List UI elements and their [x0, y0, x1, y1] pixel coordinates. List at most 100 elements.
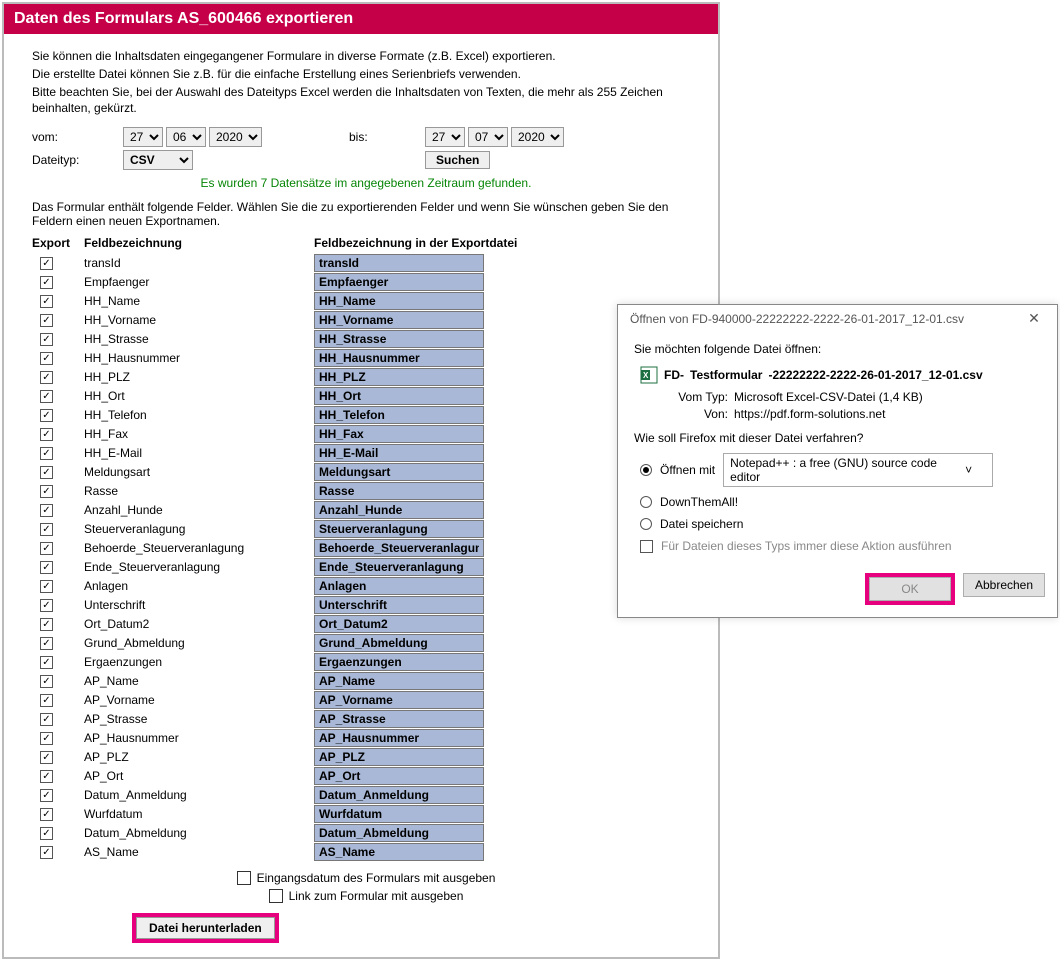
bis-year-select[interactable]: 2020 — [511, 127, 564, 147]
export-checkbox[interactable]: ✓ — [40, 827, 53, 840]
vom-year-select[interactable]: 2020 — [209, 127, 262, 147]
export-checkbox[interactable]: ✓ — [40, 466, 53, 479]
dialog-titlebar: Öffnen von FD-940000-22222222-2222-26-01… — [618, 305, 1057, 332]
result-message: Es wurden 7 Datensätze im angegebenen Ze… — [32, 176, 700, 190]
export-checkbox[interactable]: ✓ — [40, 732, 53, 745]
export-name-input[interactable] — [314, 406, 484, 424]
export-name-input[interactable] — [314, 425, 484, 443]
dateityp-select[interactable]: CSV — [123, 150, 193, 170]
close-icon[interactable]: ✕ — [1019, 310, 1049, 327]
link-checkbox[interactable] — [269, 889, 283, 903]
always-checkbox[interactable] — [640, 540, 653, 553]
export-name-input[interactable] — [314, 482, 484, 500]
field-label: Ort_Datum2 — [84, 617, 314, 631]
table-row: ✓Anzahl_Hunde — [32, 500, 700, 519]
export-name-input[interactable] — [314, 805, 484, 823]
export-checkbox[interactable]: ✓ — [40, 751, 53, 764]
export-checkbox[interactable]: ✓ — [40, 808, 53, 821]
export-name-input[interactable] — [314, 577, 484, 595]
export-name-input[interactable] — [314, 349, 484, 367]
export-name-input[interactable] — [314, 691, 484, 709]
export-checkbox[interactable]: ✓ — [40, 713, 53, 726]
export-checkbox[interactable]: ✓ — [40, 485, 53, 498]
export-name-input[interactable] — [314, 330, 484, 348]
ok-highlight: OK — [865, 573, 955, 605]
export-name-input[interactable] — [314, 292, 484, 310]
export-name-input[interactable] — [314, 311, 484, 329]
bis-day-select[interactable]: 27 — [425, 127, 465, 147]
export-name-input[interactable] — [314, 368, 484, 386]
field-label: Datum_Anmeldung — [84, 788, 314, 802]
export-name-input[interactable] — [314, 501, 484, 519]
export-name-input[interactable] — [314, 520, 484, 538]
export-checkbox[interactable]: ✓ — [40, 542, 53, 555]
export-name-input[interactable] — [314, 843, 484, 861]
export-checkbox[interactable]: ✓ — [40, 846, 53, 859]
export-checkbox[interactable]: ✓ — [40, 770, 53, 783]
vom-month-select[interactable]: 06 — [166, 127, 206, 147]
export-checkbox[interactable]: ✓ — [40, 656, 53, 669]
app-select[interactable]: Notepad++ : a free (GNU) source code edi… — [723, 453, 993, 487]
export-name-input[interactable] — [314, 710, 484, 728]
export-checkbox[interactable]: ✓ — [40, 352, 53, 365]
export-checkbox[interactable]: ✓ — [40, 257, 53, 270]
table-row: ✓ Datum_Anmeldung — [32, 785, 700, 804]
export-name-input[interactable] — [314, 615, 484, 633]
export-name-input[interactable] — [314, 596, 484, 614]
export-checkbox[interactable]: ✓ — [40, 675, 53, 688]
export-name-input[interactable] — [314, 273, 484, 291]
export-checkbox[interactable]: ✓ — [40, 637, 53, 650]
export-checkbox[interactable]: ✓ — [40, 599, 53, 612]
vom-day-select[interactable]: 27 — [123, 127, 163, 147]
export-name-input[interactable] — [314, 672, 484, 690]
export-checkbox[interactable]: ✓ — [40, 694, 53, 707]
export-checkbox[interactable]: ✓ — [40, 295, 53, 308]
export-name-input[interactable] — [314, 653, 484, 671]
export-checkbox[interactable]: ✓ — [40, 447, 53, 460]
export-name-input[interactable] — [314, 444, 484, 462]
export-name-input[interactable] — [314, 254, 484, 272]
export-checkbox[interactable]: ✓ — [40, 618, 53, 631]
downthemall-radio[interactable] — [640, 496, 652, 508]
export-name-input[interactable] — [314, 729, 484, 747]
export-checkbox[interactable]: ✓ — [40, 523, 53, 536]
cancel-button[interactable]: Abbrechen — [963, 573, 1045, 597]
field-label: HH_Hausnummer — [84, 351, 314, 365]
export-name-input[interactable] — [314, 387, 484, 405]
app-select-value: Notepad++ : a free (GNU) source code edi… — [730, 456, 965, 484]
bis-month-select[interactable]: 07 — [468, 127, 508, 147]
field-label: Ende_Steuerveranlagung — [84, 560, 314, 574]
export-name-input[interactable] — [314, 824, 484, 842]
export-checkbox[interactable]: ✓ — [40, 333, 53, 346]
export-name-input[interactable] — [314, 767, 484, 785]
export-checkbox[interactable]: ✓ — [40, 276, 53, 289]
table-row: ✓HH_Name — [32, 291, 700, 310]
export-name-input[interactable] — [314, 539, 484, 557]
export-checkbox[interactable]: ✓ — [40, 314, 53, 327]
chevron-down-icon: ˅ — [965, 463, 972, 477]
eingangsdatum-checkbox[interactable] — [237, 871, 251, 885]
col-export: Export — [32, 236, 84, 250]
export-checkbox[interactable]: ✓ — [40, 390, 53, 403]
export-checkbox[interactable]: ✓ — [40, 789, 53, 802]
export-checkbox[interactable]: ✓ — [40, 580, 53, 593]
export-name-input[interactable] — [314, 634, 484, 652]
save-radio[interactable] — [640, 518, 652, 530]
table-row: ✓Behoerde_Steuerveranlagung — [32, 538, 700, 557]
ok-button[interactable]: OK — [869, 577, 951, 601]
export-name-input[interactable] — [314, 786, 484, 804]
open-with-radio[interactable] — [640, 464, 652, 476]
export-name-input[interactable] — [314, 463, 484, 481]
export-checkbox[interactable]: ✓ — [40, 371, 53, 384]
download-button[interactable]: Datei herunterladen — [136, 917, 275, 939]
export-checkbox[interactable]: ✓ — [40, 504, 53, 517]
export-checkbox[interactable]: ✓ — [40, 428, 53, 441]
suchen-button[interactable]: Suchen — [425, 151, 490, 169]
export-name-input[interactable] — [314, 748, 484, 766]
from-label: Von: — [666, 407, 728, 421]
from-value: https://pdf.form-solutions.net — [734, 407, 885, 421]
export-checkbox[interactable]: ✓ — [40, 409, 53, 422]
export-checkbox[interactable]: ✓ — [40, 561, 53, 574]
table-row: ✓ Ort_Datum2 — [32, 614, 700, 633]
export-name-input[interactable] — [314, 558, 484, 576]
